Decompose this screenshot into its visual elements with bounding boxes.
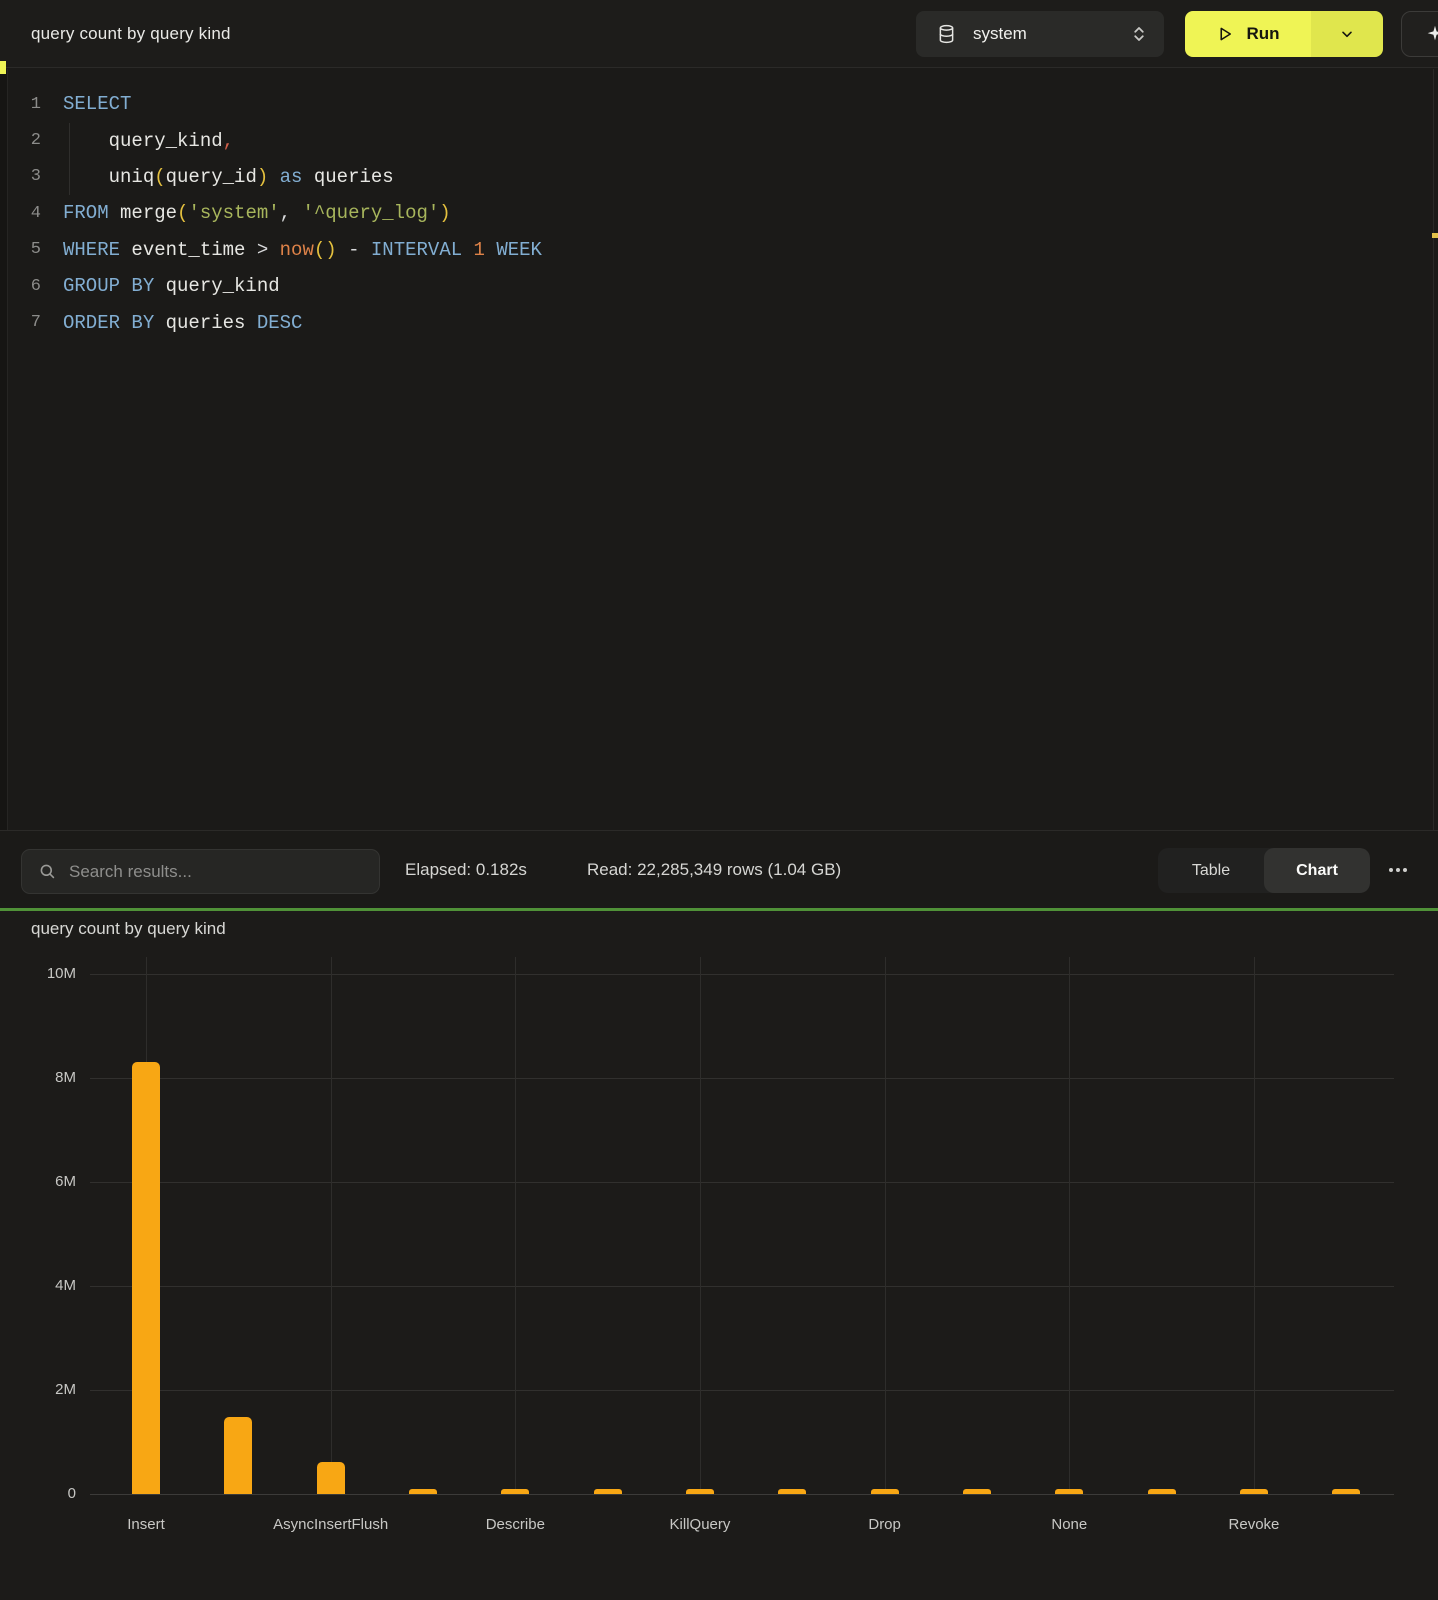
y-gridline — [90, 1286, 1394, 1287]
line-number: 1 — [0, 95, 41, 114]
run-button[interactable]: Run — [1185, 11, 1311, 57]
line-number: 5 — [0, 240, 41, 259]
elapsed-stat: Elapsed: 0.182s — [405, 831, 527, 909]
code-line-text: ORDER BY queries DESC — [63, 312, 302, 334]
ai-assistant-button[interactable] — [1401, 11, 1438, 57]
line-number: 4 — [0, 204, 41, 223]
read-stat: Read: 22,285,349 rows (1.04 GB) — [587, 831, 841, 909]
query-title: query count by query kind — [31, 0, 231, 68]
overview-ruler-marker — [1432, 233, 1438, 238]
code-line-text: uniq(query_id) as queries — [63, 166, 394, 188]
database-selector[interactable]: system — [916, 11, 1164, 57]
results-toolbar: Elapsed: 0.182s Read: 22,285,349 rows (1… — [0, 830, 1438, 908]
x-axis-tick-label: Describe — [430, 1516, 600, 1533]
play-icon — [1216, 25, 1234, 43]
y-gridline — [90, 1078, 1394, 1079]
code-line-text: FROM merge('system', '^query_log') — [63, 202, 451, 224]
chart-bar[interactable] — [778, 1489, 806, 1494]
chart-bar[interactable] — [871, 1489, 899, 1494]
chart-bar[interactable] — [1055, 1489, 1083, 1494]
chart-bar[interactable] — [1332, 1489, 1360, 1494]
code-line[interactable]: 1 SELECT — [0, 86, 1400, 122]
x-axis-tick-label: Insert — [61, 1516, 231, 1533]
chart-bar[interactable] — [409, 1489, 437, 1494]
table-view-button[interactable]: Table — [1158, 848, 1264, 893]
chart-bar[interactable] — [317, 1462, 345, 1494]
code-line[interactable]: 5 WHERE event_time > now() - INTERVAL 1 W… — [0, 232, 1400, 268]
x-gridline — [515, 957, 516, 1494]
title-bar: query count by query kind system Run — [0, 0, 1438, 68]
sql-editor[interactable]: 1SELECT2 query_kind,3 uniq(query_id) as … — [0, 69, 1438, 830]
line-number: 2 — [0, 131, 41, 150]
line-number: 7 — [0, 313, 41, 332]
x-axis-tick-label: Revoke — [1169, 1516, 1339, 1533]
chart-bar[interactable] — [963, 1489, 991, 1494]
y-gridline — [90, 974, 1394, 975]
run-split-button: Run — [1185, 11, 1383, 57]
code-line[interactable]: 2 query_kind, — [0, 122, 1400, 158]
code-line[interactable]: 3 uniq(query_id) as queries — [0, 159, 1400, 195]
x-axis-tick-label: KillQuery — [615, 1516, 785, 1533]
chevron-down-icon — [1339, 26, 1355, 42]
overview-ruler[interactable] — [1433, 69, 1438, 830]
chart-bar[interactable] — [1148, 1489, 1176, 1494]
y-axis-tick-label: 6M — [0, 1173, 76, 1190]
unfold-chevrons-icon — [1130, 23, 1148, 45]
clickhouse-query-console: { "header": { "title": "query count by q… — [0, 0, 1438, 1600]
database-icon — [936, 23, 957, 45]
code-line[interactable]: 4 FROM merge('system', '^query_log') — [0, 195, 1400, 231]
search-results-input[interactable] — [69, 862, 349, 882]
code-line[interactable]: 6 GROUP BY query_kind — [0, 268, 1400, 304]
y-axis-tick-label: 10M — [0, 965, 76, 982]
x-gridline — [331, 957, 332, 1494]
x-gridline — [885, 957, 886, 1494]
chart-bar[interactable] — [686, 1489, 714, 1494]
chart-bar[interactable] — [1240, 1489, 1268, 1494]
x-gridline — [1254, 957, 1255, 1494]
y-axis-tick-label: 4M — [0, 1277, 76, 1294]
chart-bar[interactable] — [594, 1489, 622, 1494]
ellipsis-icon — [1389, 868, 1393, 872]
code-line-text: GROUP BY query_kind — [63, 275, 280, 297]
chart-view-button[interactable]: Chart — [1264, 848, 1370, 893]
sparkle-icon — [1424, 23, 1438, 45]
chart-bar[interactable] — [224, 1417, 252, 1494]
x-gridline — [700, 957, 701, 1494]
y-axis-tick-label: 0 — [0, 1485, 76, 1502]
chart-bar[interactable] — [501, 1489, 529, 1494]
more-options-button[interactable] — [1383, 859, 1413, 881]
sql-code[interactable]: 1SELECT2 query_kind,3 uniq(query_id) as … — [0, 86, 1400, 341]
database-selected-value: system — [973, 24, 1130, 44]
run-options-button[interactable] — [1311, 11, 1383, 57]
y-gridline — [90, 1494, 1394, 1495]
search-results-box — [21, 849, 380, 894]
table-chart-toggle: Table Chart — [1158, 848, 1370, 893]
code-line[interactable]: 7 ORDER BY queries DESC — [0, 304, 1400, 340]
y-gridline — [90, 1390, 1394, 1391]
run-button-label: Run — [1246, 24, 1279, 44]
y-axis-tick-label: 2M — [0, 1381, 76, 1398]
chart-bar[interactable] — [132, 1062, 160, 1494]
x-axis-tick-label: AsyncInsertFlush — [246, 1516, 416, 1533]
code-line-text: query_kind, — [63, 130, 234, 152]
chart-title: query count by query kind — [31, 911, 226, 947]
chart-panel: query count by query kind 10M 8M 6M 4M 2M 0 In… — [0, 911, 1438, 1600]
code-line-text: SELECT — [63, 93, 131, 115]
line-number: 6 — [0, 277, 41, 296]
editor-cursor-edge-marker — [0, 61, 6, 74]
x-gridline — [1069, 957, 1070, 1494]
x-axis-tick-label: Drop — [800, 1516, 970, 1533]
y-axis-tick-label: 8M — [0, 1069, 76, 1086]
line-number: 3 — [0, 167, 41, 186]
x-axis-tick-label: None — [984, 1516, 1154, 1533]
code-line-text: WHERE event_time > now() - INTERVAL 1 WE… — [63, 239, 542, 261]
y-gridline — [90, 1182, 1394, 1183]
search-icon — [38, 862, 57, 881]
